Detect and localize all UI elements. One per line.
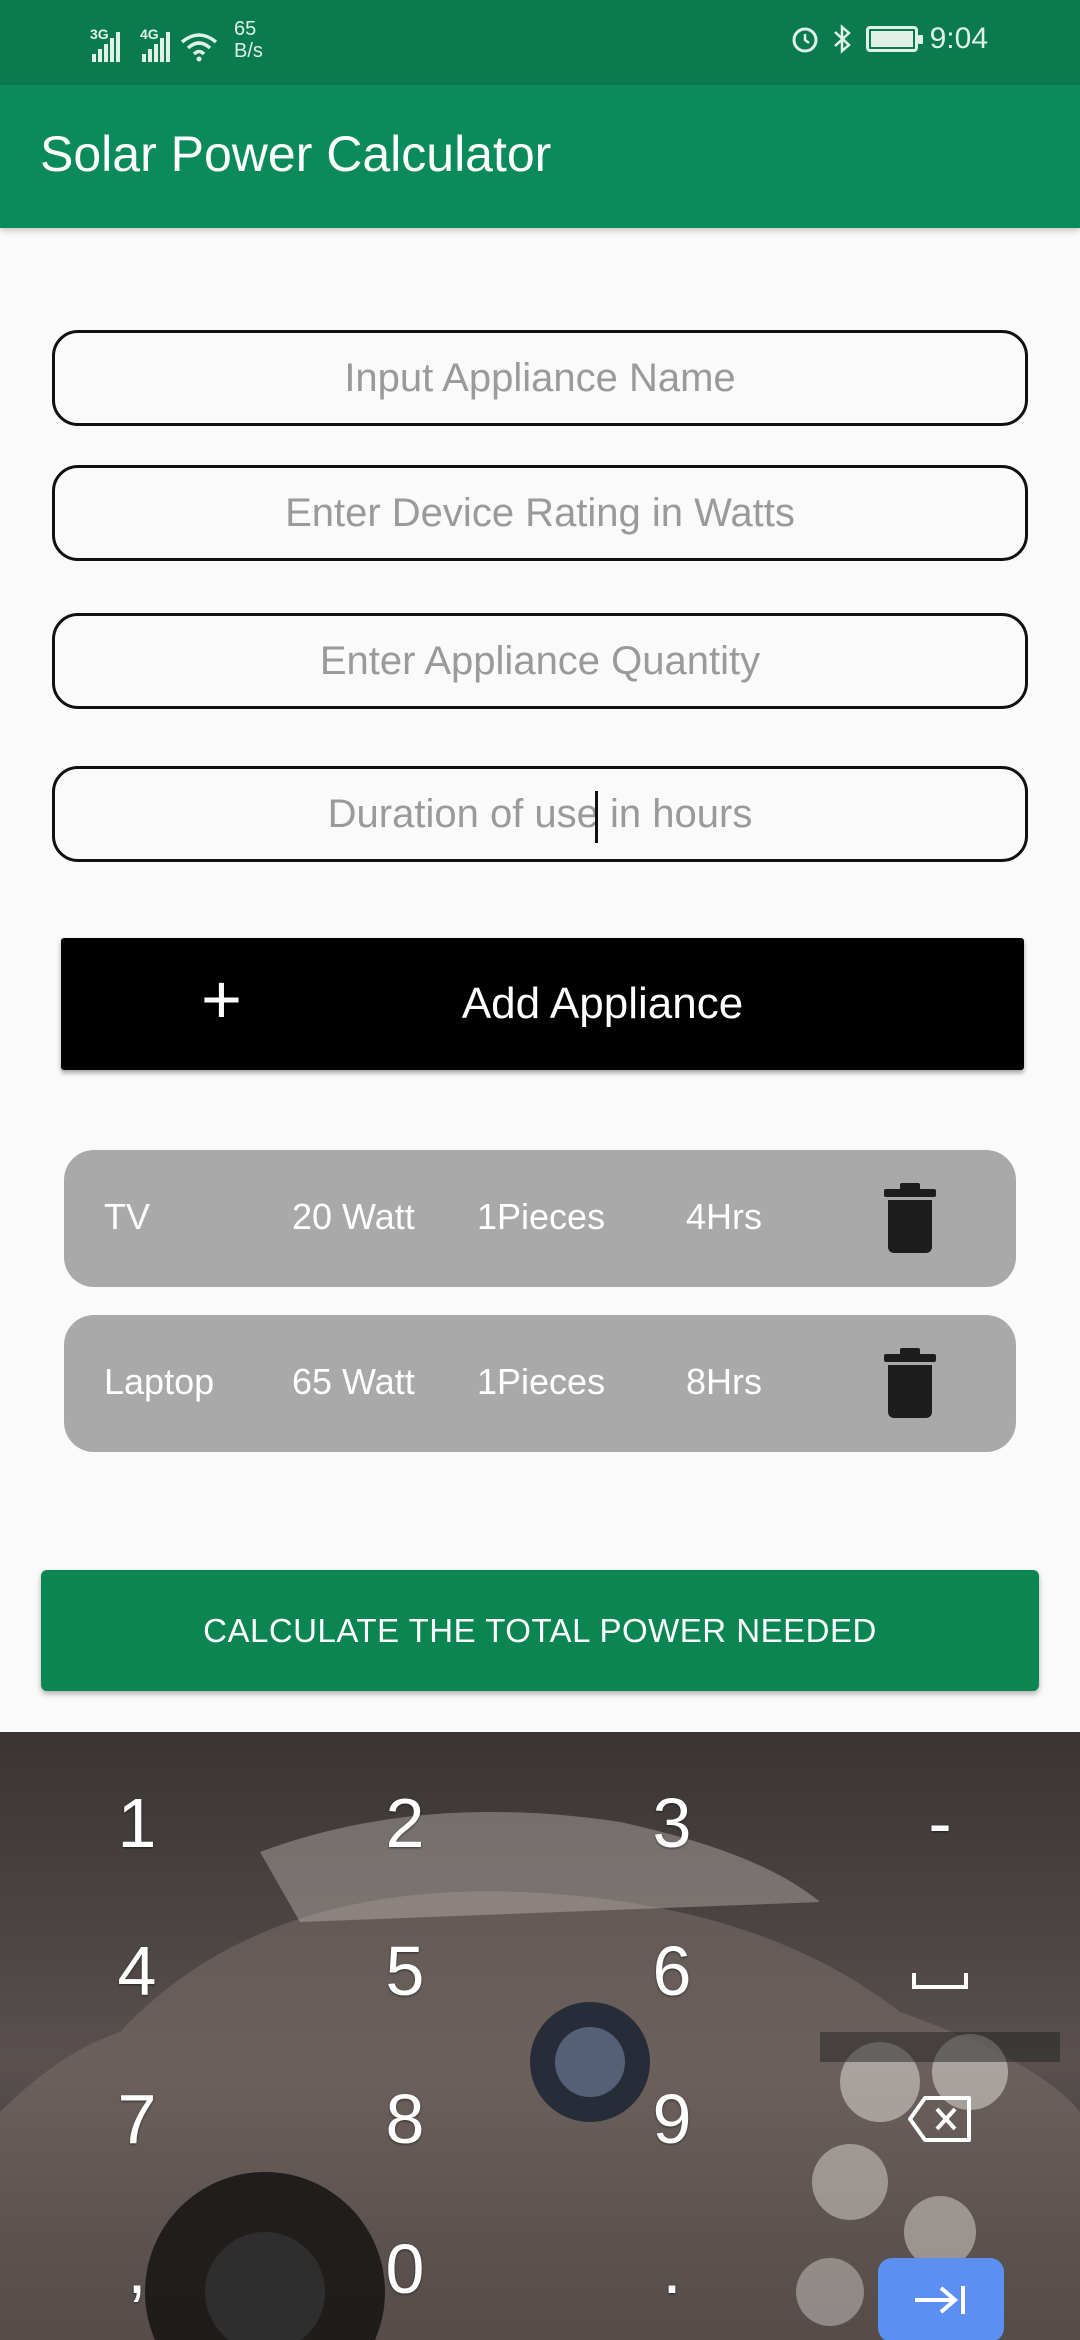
- key-period[interactable]: .: [572, 2204, 772, 2334]
- backspace-icon: [908, 2096, 971, 2142]
- alarm-icon: [792, 27, 818, 53]
- appliance-quantity: 1Pieces: [477, 1196, 606, 1237]
- app-bar: Solar Power Calculator: [0, 85, 1080, 228]
- next-arrow-icon: [915, 2286, 965, 2314]
- appliance-hours: 4Hrs: [686, 1196, 763, 1237]
- appliance-name: Laptop: [104, 1361, 215, 1402]
- device-rating-input[interactable]: [55, 489, 1025, 537]
- add-appliance-button[interactable]: + Add Appliance: [61, 938, 1024, 1070]
- device-rating-field[interactable]: [52, 465, 1028, 561]
- space-icon: [912, 1973, 968, 1989]
- battery-icon: [865, 26, 923, 52]
- key-3[interactable]: 3: [572, 1758, 772, 1888]
- key-0[interactable]: 0: [305, 2204, 505, 2334]
- add-appliance-label: Add Appliance: [461, 979, 744, 1028]
- key-1[interactable]: 1: [37, 1758, 237, 1888]
- status-left: 3G 4G 65 B/s: [90, 18, 263, 62]
- duration-field[interactable]: [52, 766, 1028, 862]
- wifi-icon: [180, 33, 218, 62]
- calculate-button[interactable]: CALCULATE THE TOTAL POWER NEEDED: [41, 1570, 1039, 1691]
- key-4[interactable]: 4: [37, 1906, 237, 2036]
- appliance-quantity: 1Pieces: [477, 1361, 606, 1402]
- app-title: Solar Power Calculator: [40, 126, 552, 182]
- key-8[interactable]: 8: [305, 2054, 505, 2184]
- appliance-row: TV 20 Watt 1Pieces 4Hrs: [64, 1150, 1016, 1287]
- trash-icon[interactable]: [884, 1183, 936, 1253]
- quantity-input[interactable]: [55, 637, 1025, 685]
- duration-input[interactable]: [55, 790, 1025, 838]
- appliance-row: Laptop 65 Watt 1Pieces 8Hrs: [64, 1315, 1016, 1452]
- network-speed: 65 B/s: [234, 18, 263, 62]
- appliance-name-input[interactable]: [55, 354, 1025, 402]
- numeric-keyboard: 1 2 3 - 4 5 6 7 8 9 , 0 .: [0, 1732, 1080, 2340]
- quantity-field[interactable]: [52, 613, 1028, 709]
- clock: 9:04: [929, 22, 988, 55]
- signal-icon-sim2: 4G: [140, 26, 170, 62]
- space-key[interactable]: [840, 1906, 1040, 2036]
- trash-icon[interactable]: [884, 1348, 936, 1418]
- enter-key[interactable]: [878, 2258, 1004, 2340]
- status-bar: 3G 4G 65 B/s 9:04: [0, 0, 1080, 85]
- key-2[interactable]: 2: [305, 1758, 505, 1888]
- key-9[interactable]: 9: [572, 2054, 772, 2184]
- key-comma[interactable]: ,: [37, 2204, 237, 2334]
- key-minus[interactable]: -: [840, 1758, 1040, 1888]
- appliance-name: TV: [104, 1196, 151, 1237]
- key-6[interactable]: 6: [572, 1906, 772, 2036]
- key-7[interactable]: 7: [37, 2054, 237, 2184]
- status-right: 9:04: [790, 22, 988, 56]
- text-cursor: [595, 791, 598, 843]
- appliance-hours: 8Hrs: [686, 1361, 763, 1402]
- appliance-name-field[interactable]: [52, 330, 1028, 426]
- bluetooth-icon: [833, 24, 851, 54]
- appliance-rating: 20 Watt: [292, 1196, 415, 1237]
- signal-icon-sim1: 3G: [90, 26, 120, 62]
- appliance-rating: 65 Watt: [292, 1361, 415, 1402]
- backspace-key[interactable]: [840, 2054, 1040, 2184]
- key-5[interactable]: 5: [305, 1906, 505, 2036]
